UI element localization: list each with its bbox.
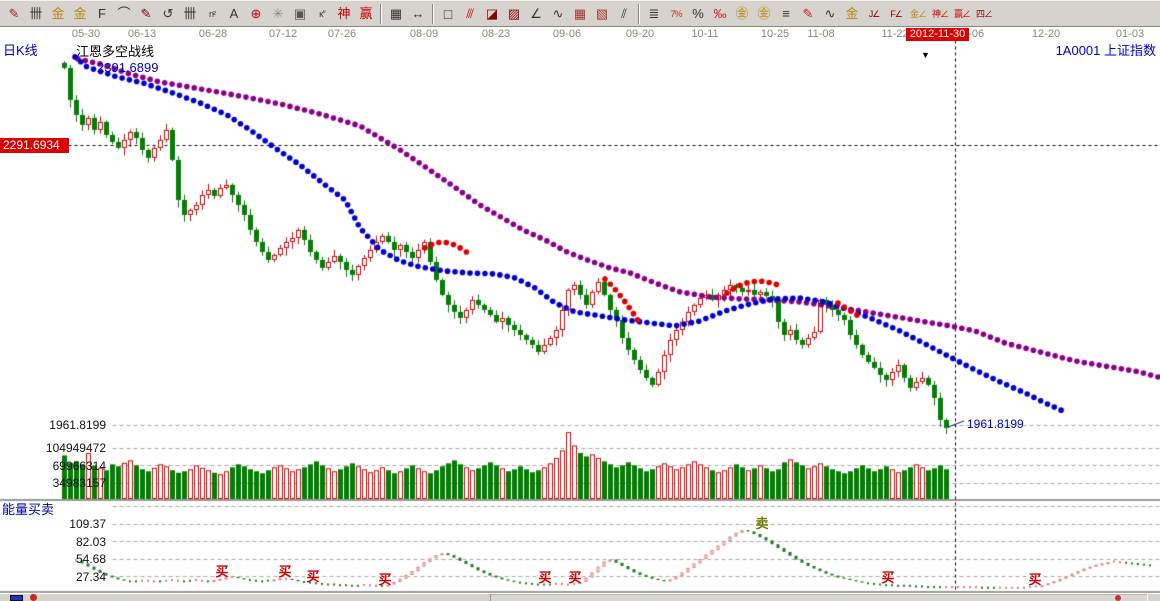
gann-line-start-value: 2391.6899 [97, 60, 158, 75]
gann-line-title: 江恩多空战线 [76, 41, 154, 60]
last-price-annotation: 1961.8199 [967, 417, 1024, 431]
status-bar [0, 593, 1160, 601]
price-gridline-label: 1961.8199 [0, 418, 106, 432]
date-tick-label: 08-09 [410, 28, 438, 40]
indicator-tick-label: 27.34 [0, 570, 106, 584]
chart-canvas[interactable] [0, 0, 1160, 601]
date-tick-label: 09-20 [626, 28, 654, 40]
trading-app-window: ✎卌金金F⌒✎↺卌n²A⊕✳▣ĸ″神赢▦↔◻⫻◪▨∠∿▦▧⫽≣7%%‰㊎㊎≡✎∿… [0, 0, 1160, 601]
indicator-tick-label: 82.03 [0, 535, 106, 549]
buy-marker: 买 [881, 567, 894, 586]
buy-marker: 买 [378, 569, 391, 588]
indicator-name[interactable]: 能量买卖 [2, 499, 54, 518]
buy-marker: 买 [278, 561, 291, 580]
date-tick-label: 07-26 [328, 28, 356, 40]
volume-tick-label: 104949472 [0, 441, 106, 455]
date-tick-label: 10-25 [761, 28, 789, 40]
period-label[interactable]: 日K线 [3, 40, 38, 59]
crosshair-date-badge: 2012-11-30 [906, 28, 969, 41]
sell-marker: 卖 [755, 513, 768, 532]
date-tick-label: 11-08 [807, 28, 834, 40]
symbol-label[interactable]: 1A0001 上证指数 [1056, 40, 1156, 59]
date-tick-label: 09-06 [553, 28, 581, 40]
window-icon[interactable] [10, 595, 23, 601]
indicator-tick-label: 109.37 [0, 517, 106, 531]
date-tick-label: 07-12 [269, 28, 297, 40]
buy-marker: 买 [538, 567, 551, 586]
statusbar-right-panel [491, 594, 1160, 601]
date-tick-label: 06-13 [128, 28, 156, 40]
date-tick-label: 05-30 [72, 28, 100, 40]
volume-tick-label: 69966314 [0, 459, 106, 473]
record-icon[interactable] [30, 594, 37, 601]
date-tick-label: 10-11 [691, 28, 718, 40]
chevron-down-icon[interactable]: ▼ [921, 50, 930, 60]
date-tick-label: 12-20 [1032, 28, 1060, 40]
date-tick-label: 01-03 [1116, 28, 1144, 40]
buy-marker: 买 [306, 566, 319, 585]
indicator-tick-label: 54.68 [0, 552, 106, 566]
buy-marker: 买 [215, 561, 228, 580]
alert-icon[interactable] [1115, 595, 1121, 601]
resize-grip[interactable] [1147, 594, 1160, 601]
volume-tick-label: 34983157 [0, 476, 106, 490]
buy-marker: 买 [1028, 569, 1041, 588]
buy-marker: 买 [568, 567, 581, 586]
date-tick-label: 06-28 [199, 28, 227, 40]
date-tick-label: 11-22 [881, 28, 908, 40]
date-tick-label: 08-23 [482, 28, 510, 40]
crosshair-price-badge: 2291.6934 [0, 138, 69, 153]
